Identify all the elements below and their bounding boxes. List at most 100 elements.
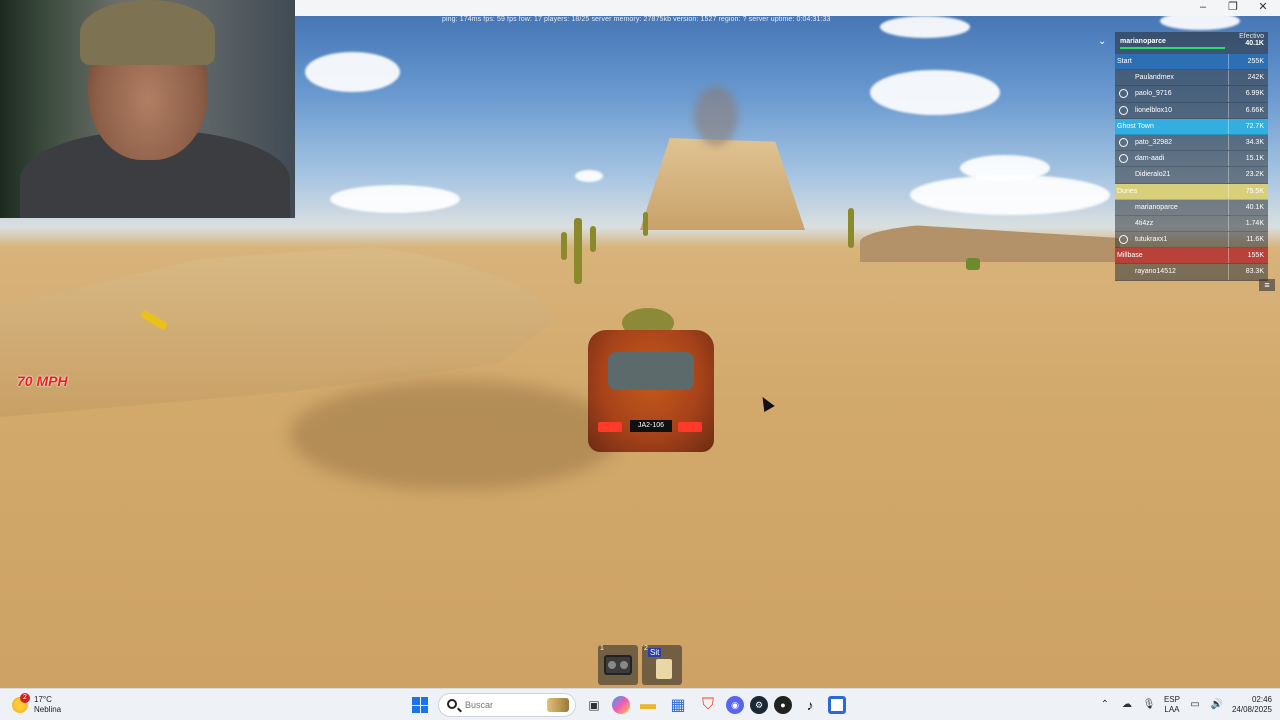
network-app-icon[interactable]: ☁ xyxy=(1120,698,1134,712)
leaderboard: marianoparce Efectivo 40.1K Start 255K Pau… xyxy=(1115,32,1268,281)
cactus xyxy=(561,232,567,260)
leaderboard-name: paolo_9716 xyxy=(1135,90,1172,98)
cactus xyxy=(574,218,582,284)
language-indicator[interactable]: ESP LAA xyxy=(1164,695,1180,715)
cloud xyxy=(880,16,970,38)
column-label: Efectivo xyxy=(1239,33,1264,40)
language-bottom: LAA xyxy=(1164,705,1180,714)
leaderboard-player-row: pato_32982 34.3K xyxy=(1115,134,1268,152)
discord-icon[interactable]: ◉ xyxy=(726,696,744,714)
column-divider xyxy=(1228,134,1229,151)
car-body xyxy=(588,330,714,452)
clock-date: 24/08/2025 xyxy=(1231,705,1272,714)
leaderboard-player-row: marianoparce 40.1K xyxy=(1115,199,1268,216)
player-car: JA2-106 xyxy=(588,308,714,456)
steam-icon[interactable]: ⚙ xyxy=(750,696,768,714)
windows-logo-icon xyxy=(412,697,428,713)
performance-stats: ping: 174ms fps: 59 fps fow: 17 players:… xyxy=(442,16,831,23)
leaderboard-team-row: Start 255K xyxy=(1115,54,1268,71)
cloud xyxy=(870,70,1000,115)
weather-desc: Neblina xyxy=(34,705,62,714)
app-icon[interactable]: ● xyxy=(774,696,792,714)
slot-label: Sit xyxy=(648,648,662,657)
microphone-icon[interactable]: 🎙 xyxy=(1142,698,1156,712)
column-divider xyxy=(1228,232,1229,248)
weather-temp: 17°C xyxy=(34,695,52,704)
leaderboard-team-row: Dunes 75.5K xyxy=(1115,183,1268,200)
license-plate: JA2-106 xyxy=(630,420,672,432)
mesa xyxy=(640,138,805,230)
leaderboard-value: 83.3K xyxy=(1245,268,1264,276)
hotbar-slot-radio[interactable]: 1 xyxy=(598,645,638,685)
display-icon[interactable]: ▭ xyxy=(1188,698,1202,712)
chevron-up-icon[interactable]: ⌃ xyxy=(1098,698,1112,712)
column-divider xyxy=(1228,215,1229,232)
file-explorer-icon[interactable]: ▬ xyxy=(636,693,660,717)
minimize-button[interactable]: – xyxy=(1188,0,1218,16)
restore-button[interactable]: ❐ xyxy=(1218,0,1248,16)
roblox-icon[interactable] xyxy=(828,696,846,714)
close-button[interactable]: ✕ xyxy=(1248,0,1278,16)
task-view-icon[interactable]: ▣ xyxy=(582,693,606,717)
notification-badge: 2 xyxy=(20,693,30,703)
search-input[interactable] xyxy=(465,698,545,712)
clock-time: 02:46 xyxy=(1251,695,1272,704)
leaderboard-value: 23.2K xyxy=(1245,171,1264,179)
dune xyxy=(860,222,1120,262)
leaderboard-name: Start xyxy=(1117,58,1132,65)
cactus xyxy=(643,212,648,236)
weather-widget[interactable]: 2 17°C Neblina xyxy=(12,693,61,717)
leaderboard-name: Paulandmex xyxy=(1135,74,1174,82)
road-shadow xyxy=(290,380,620,490)
tiktok-icon[interactable]: ♪ xyxy=(798,693,822,717)
leaderboard-value: 40.1K xyxy=(1245,203,1264,211)
volume-icon[interactable]: 🔊 xyxy=(1210,698,1224,712)
copilot-icon[interactable] xyxy=(612,696,630,714)
taskbar-search[interactable] xyxy=(438,693,576,717)
leaderboard-name: Didieralo21 xyxy=(1135,171,1171,179)
health-bar xyxy=(1120,47,1225,49)
leaderboard-player-row: paolo_9716 6.99K xyxy=(1115,86,1268,103)
leaderboard-name: 4ti4zz xyxy=(1135,219,1154,227)
webcam-cap xyxy=(80,0,215,65)
language-top: ESP xyxy=(1163,695,1180,704)
column-divider xyxy=(1228,167,1229,183)
cactus xyxy=(848,208,854,248)
leaderboard-value: 6.99K xyxy=(1245,90,1264,98)
leaderboard-name: marianoparce xyxy=(1135,203,1178,211)
leaderboard-value: 255K xyxy=(1247,58,1264,65)
leaderboard-name: tutukraxx1 xyxy=(1135,236,1168,244)
search-icon xyxy=(447,699,457,709)
friend-icon xyxy=(1119,105,1128,115)
cloud xyxy=(330,185,460,213)
leaderboard-player-row: dam-aadi 15.1K xyxy=(1115,151,1268,168)
leaderboard-player-row: 4ti4zz 1.74K xyxy=(1115,215,1268,233)
leaderboard-name: pato_32982 xyxy=(1135,138,1172,146)
player-cash: 40.1K xyxy=(1245,40,1264,47)
search-highlight-icon xyxy=(547,698,569,712)
friend-icon xyxy=(1119,89,1128,99)
windows-taskbar: 2 17°C Neblina ▣ ▬ ▦ ⛉ ◉ ⚙ ● ♪ ⌃ ☁ 🎙 ESP xyxy=(0,688,1280,720)
leaderboard-player-row: tutukraxx1 11.6K xyxy=(1115,232,1268,249)
cactus xyxy=(590,226,596,252)
window-titlebar xyxy=(295,0,1280,16)
start-button[interactable] xyxy=(408,693,432,717)
brave-icon[interactable]: ⛉ xyxy=(696,693,720,717)
leaderboard-name: rayano14512 xyxy=(1135,268,1176,276)
leaderboard-header: marianoparce Efectivo 40.1K xyxy=(1115,32,1268,54)
leaderboard-player-row: rayano14512 83.3K xyxy=(1115,264,1268,281)
clock[interactable]: 02:46 24/08/2025 xyxy=(1232,695,1272,715)
cactus xyxy=(966,258,980,270)
leaderboard-team-row: Ghost Town 72.7K xyxy=(1115,118,1268,135)
leaderboard-collapse-chevron-icon[interactable]: ⌄ xyxy=(1098,36,1106,47)
car-rear-window xyxy=(608,352,694,390)
column-divider xyxy=(1228,151,1229,167)
menu-icon[interactable]: ≡ xyxy=(1259,279,1275,291)
store-icon[interactable]: ▦ xyxy=(666,693,690,717)
leaderboard-team-row: Millbase 155K xyxy=(1115,248,1268,265)
leaderboard-value: 155K xyxy=(1247,252,1264,260)
hotbar-slot-sit[interactable]: 2 Sit xyxy=(642,645,682,685)
tail-light xyxy=(598,422,622,432)
cloud xyxy=(305,52,400,92)
webcam-overlay xyxy=(0,0,295,218)
